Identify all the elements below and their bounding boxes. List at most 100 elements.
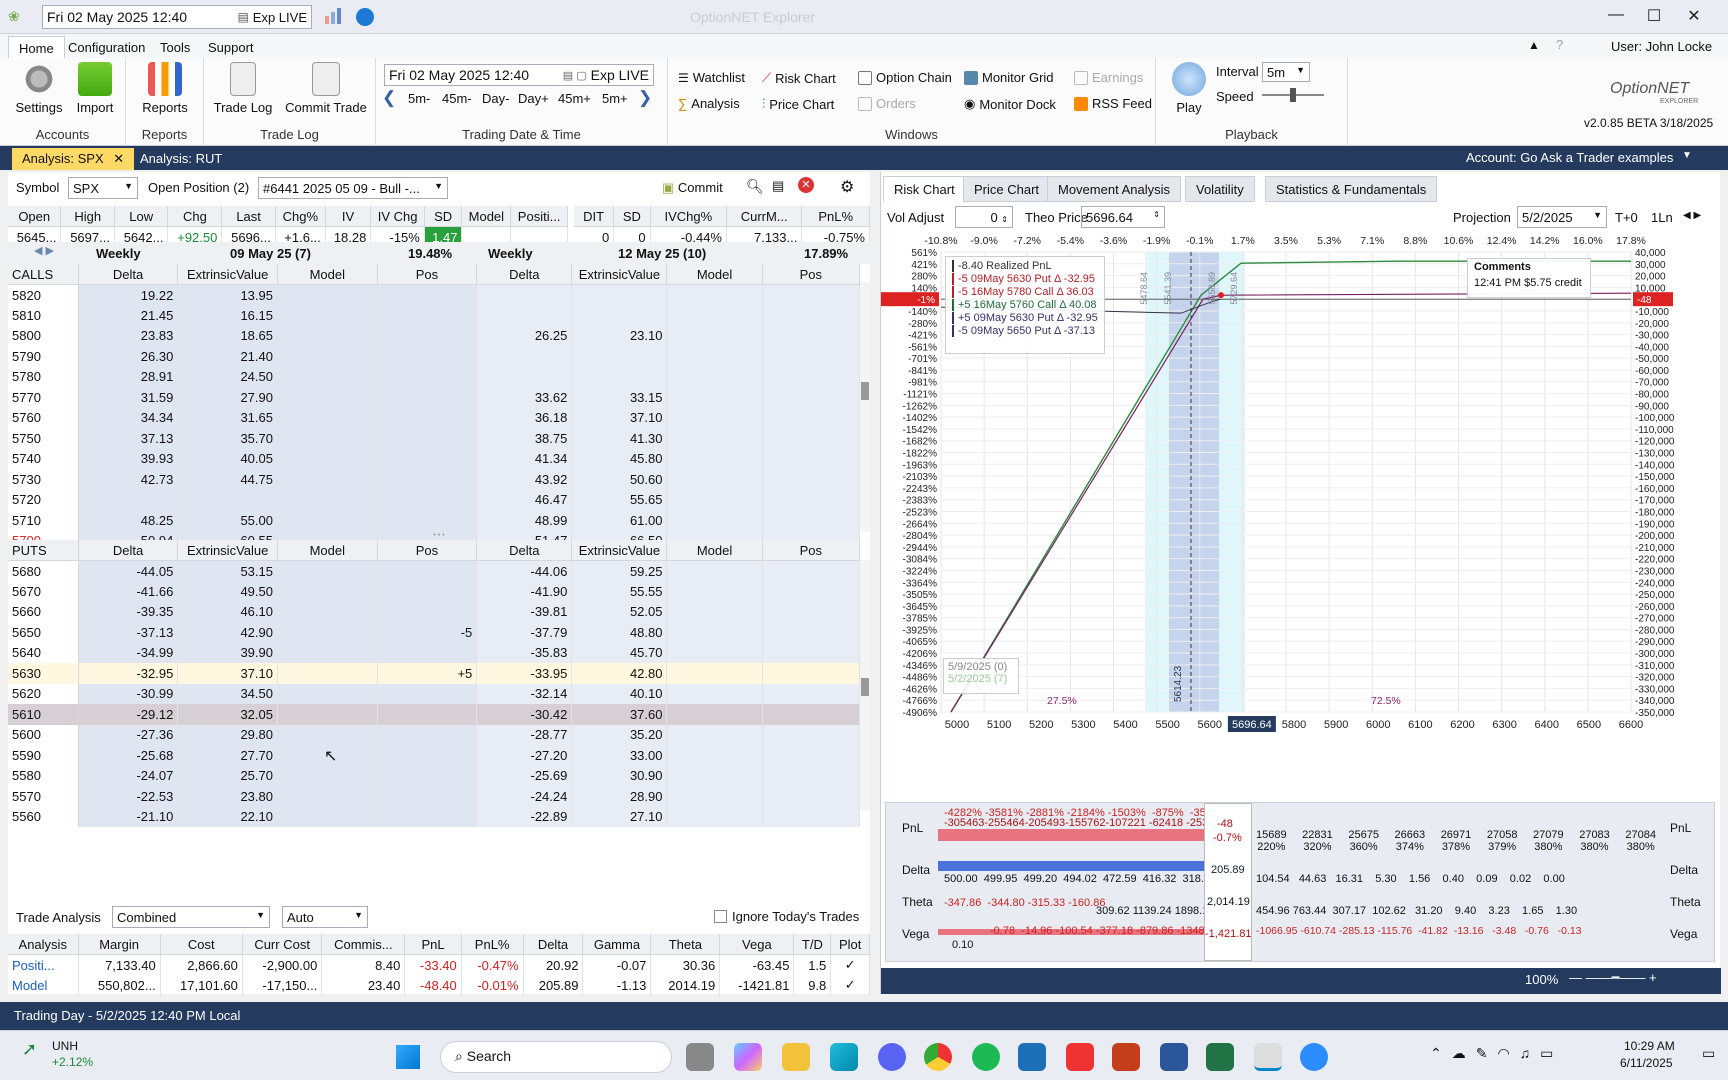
chain-row[interactable]: 5640 -34.99 39.90 -35.83 45.70 <box>8 642 861 663</box>
ignore-today-checkbox[interactable] <box>714 910 727 923</box>
excel-icon[interactable] <box>1206 1043 1234 1071</box>
chain-cell[interactable] <box>377 448 478 469</box>
column-header[interactable]: Margin <box>78 934 161 955</box>
step-day-back-button[interactable]: Day- <box>482 91 509 106</box>
chain-cell[interactable] <box>377 683 478 704</box>
chain-cell[interactable] <box>377 407 478 428</box>
chain-cell[interactable] <box>377 581 478 602</box>
tab-analysis-rut[interactable]: Analysis: RUT <box>130 148 232 170</box>
chain-cell[interactable] <box>377 428 478 449</box>
t-plus-label[interactable]: T+0 <box>1615 210 1638 225</box>
powerpoint-icon[interactable] <box>1112 1043 1140 1071</box>
column-header[interactable]: Model <box>666 540 763 561</box>
column-header[interactable]: DIT <box>574 206 615 227</box>
chain-row[interactable]: 5780 28.91 24.50 <box>8 366 861 387</box>
chain-cell[interactable] <box>762 663 861 684</box>
analysis-row[interactable]: Model 550,802... 17,101.60 -17,150... 23.40-… <box>8 975 870 996</box>
tab-statistics[interactable]: Statistics & Fundamentals <box>1265 176 1438 202</box>
splitter[interactable]: • • • <box>8 532 870 540</box>
chain-cell[interactable] <box>762 366 861 387</box>
tab-home[interactable]: Home <box>8 36 65 58</box>
chain-cell[interactable] <box>762 305 861 326</box>
column-header[interactable]: ExtrinsicValue <box>571 264 668 285</box>
chain-cell[interactable] <box>377 284 478 305</box>
calls-scrollbar[interactable] <box>860 282 870 532</box>
plot-checkbox[interactable]: ✓ <box>830 954 870 975</box>
rss-feed-button[interactable]: RSS Feed <box>1074 96 1152 111</box>
analysis-mode-select[interactable]: Combined ▼ <box>112 906 270 928</box>
column-header[interactable]: Theta <box>650 934 721 955</box>
slides-icon[interactable] <box>1066 1043 1094 1071</box>
column-header[interactable]: IV <box>325 206 372 227</box>
task-view-icon[interactable] <box>686 1043 714 1071</box>
chain-cell[interactable] <box>762 469 861 490</box>
monitor-grid-button[interactable]: Monitor Grid <box>964 70 1054 85</box>
column-header[interactable]: Delta <box>476 540 573 561</box>
exp1-date[interactable]: 09 May 25 (7) <box>230 246 311 261</box>
column-header[interactable]: IVChg% <box>650 206 728 227</box>
column-header[interactable]: Pos <box>762 540 861 561</box>
risk-chart-button[interactable]: ⟋ Risk Chart <box>762 70 836 86</box>
chain-row[interactable]: 5750 37.13 35.70 38.75 41.30 <box>8 428 861 449</box>
chrome-icon[interactable] <box>924 1043 952 1071</box>
chain-cell[interactable] <box>377 469 478 490</box>
chain-row[interactable]: 5810 21.45 16.15 <box>8 305 861 326</box>
column-header[interactable]: Chg% <box>275 206 326 227</box>
chain-row[interactable]: 5720 46.47 55.65 <box>8 489 861 510</box>
watchlist-button[interactable]: ☰ Watchlist <box>678 70 745 85</box>
chain-row[interactable]: 5730 42.73 44.75 43.92 50.60 <box>8 469 861 490</box>
step-45m-back-button[interactable]: 45m- <box>442 91 472 106</box>
copilot-icon[interactable] <box>734 1043 762 1071</box>
close-button[interactable]: ✕ <box>1680 6 1708 28</box>
taskbar-search[interactable]: ⌕ Search <box>440 1041 672 1073</box>
column-header[interactable]: Delta <box>78 264 179 285</box>
calendar-icon[interactable]: ▤ ▢ <box>563 69 587 82</box>
chain-row[interactable]: 5570 -22.53 23.80 -24.24 28.90 <box>8 786 861 807</box>
auto-select[interactable]: Auto ▼ <box>282 906 368 928</box>
chain-cell[interactable] <box>377 745 478 766</box>
play-button[interactable]: Play <box>1164 62 1214 115</box>
chain-cell[interactable] <box>762 428 861 449</box>
zoom-slider[interactable]: — ——━—— + <box>1569 970 1657 986</box>
chain-cell[interactable] <box>377 786 478 807</box>
chart-bars-icon[interactable] <box>325 8 343 24</box>
symbol-select[interactable]: SPX ▼ <box>68 177 138 199</box>
layout-icon[interactable]: ▤ <box>772 178 784 194</box>
column-header[interactable]: Analysis <box>8 934 79 955</box>
chain-row[interactable]: 5600 -27.36 29.80 -28.77 35.20 <box>8 724 861 745</box>
zoom-icon[interactable] <box>1300 1043 1328 1071</box>
search-icon[interactable]: 🔍︎ <box>746 178 764 195</box>
tab-volatility[interactable]: Volatility <box>1185 176 1255 202</box>
column-header[interactable]: Model <box>666 264 763 285</box>
column-header[interactable]: Model <box>277 540 378 561</box>
column-header[interactable]: Delta <box>78 540 179 561</box>
chain-cell[interactable] <box>377 325 478 346</box>
chain-row[interactable]: 5610 -29.12 32.05 -30.42 37.60 <box>8 704 861 725</box>
maximize-button[interactable]: ☐ <box>1640 6 1668 28</box>
account-dropdown-icon[interactable]: ▼ <box>1682 150 1692 161</box>
interval-select[interactable]: 5m ▼ <box>1262 62 1310 82</box>
column-header[interactable]: Vega <box>719 934 795 955</box>
spinner-icon[interactable]: ⇕ <box>1001 215 1008 224</box>
chain-row[interactable]: 5650 -37.13 42.90 -5 -37.79 48.80 <box>8 622 861 643</box>
column-header[interactable]: PnL% <box>461 934 524 955</box>
chain-cell[interactable] <box>762 601 861 622</box>
chain-cell[interactable] <box>762 448 861 469</box>
puts-scrollbar[interactable] <box>860 560 870 810</box>
tab-movement-analysis[interactable]: Movement Analysis <box>1047 176 1181 202</box>
analysis-row[interactable]: Positi... 7,133.40 2,866.60 -2,900.00 8.40 -3… <box>8 954 870 975</box>
commit-trade-button[interactable]: Commit Trade <box>280 62 372 115</box>
chain-cell[interactable] <box>762 622 861 643</box>
column-header[interactable]: Model <box>277 264 378 285</box>
position-select[interactable]: #6441 2025 05 09 - Bull -... ▼ <box>258 177 448 199</box>
tab-price-chart[interactable]: Price Chart <box>963 176 1051 202</box>
scroll-expiry-icon[interactable]: ◀ ▶ <box>34 244 54 257</box>
status-dot-icon[interactable] <box>356 8 374 26</box>
tab-configuration[interactable]: Configuration <box>58 36 155 58</box>
lines-label[interactable]: 1Ln <box>1651 210 1673 225</box>
column-header[interactable]: SD <box>424 206 463 227</box>
monitor-dock-button[interactable]: ◉ Monitor Dock <box>964 96 1056 112</box>
chain-row[interactable]: 5620 -30.99 34.50 -32.14 40.10 <box>8 683 861 704</box>
trading-datetime-field[interactable]: Fri 02 May 2025 12:40 ▤ ▢ Exp LIVE <box>384 64 654 86</box>
column-header[interactable]: IV Chg <box>370 206 425 227</box>
